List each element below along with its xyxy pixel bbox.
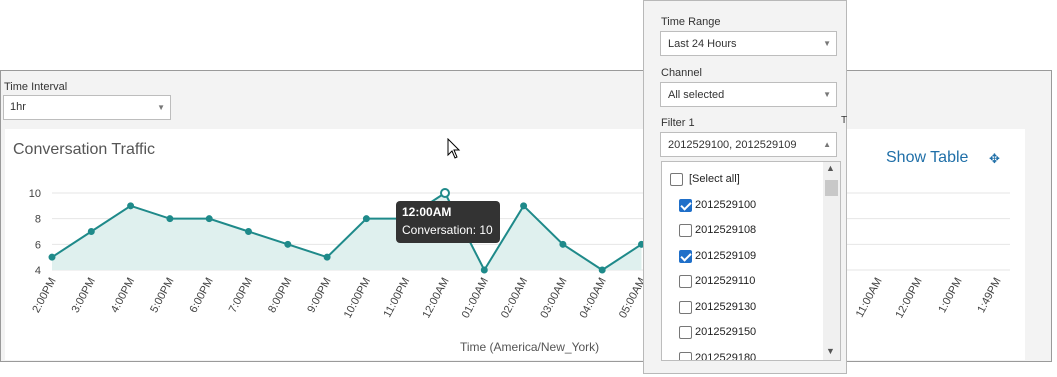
x-tick-label: 04:00AM bbox=[578, 276, 609, 321]
chevron-up-icon: ▲ bbox=[823, 140, 831, 149]
time-range-label: Time Range bbox=[661, 16, 721, 28]
option-checkbox[interactable] bbox=[679, 275, 692, 288]
x-tick-label: 6:00PM bbox=[187, 276, 215, 315]
chart-tooltip: 12:00AM Conversation: 10 bbox=[396, 201, 500, 243]
option-label: 2012529109 bbox=[695, 249, 757, 262]
tooltip-value: Conversation: 10 bbox=[402, 223, 493, 237]
time-range-value: Last 24 Hours bbox=[668, 38, 737, 50]
data-point[interactable] bbox=[166, 215, 174, 223]
filter1-label: Filter 1 bbox=[661, 117, 695, 129]
x-tick-label: 5:00PM bbox=[148, 276, 176, 315]
data-point[interactable] bbox=[440, 188, 450, 198]
chevron-down-icon: ▼ bbox=[823, 90, 831, 99]
filter-option[interactable]: 2012529108 bbox=[662, 221, 822, 245]
x-axis-title: Time (America/New_York) bbox=[460, 340, 600, 354]
option-checkbox[interactable] bbox=[670, 173, 683, 186]
time-range-select[interactable]: Last 24 Hours ▼ bbox=[660, 31, 837, 56]
y-tick-label: 6 bbox=[35, 239, 41, 251]
filter-option[interactable]: 2012529130 bbox=[662, 298, 822, 322]
scrollbar[interactable]: ▲ ▼ bbox=[823, 162, 840, 360]
select-all-option[interactable]: [Select all] bbox=[662, 170, 822, 194]
data-point[interactable] bbox=[284, 240, 292, 248]
x-tick-label: 3:00PM bbox=[70, 276, 98, 315]
option-label: 2012529110 bbox=[695, 275, 756, 287]
channel-label: Channel bbox=[661, 67, 702, 79]
data-point[interactable] bbox=[520, 202, 528, 210]
scrollbar-thumb[interactable] bbox=[825, 180, 838, 196]
option-label: 2012529130 bbox=[695, 300, 757, 313]
x-tick-label: 02:00AM bbox=[499, 276, 530, 321]
chevron-down-icon: ▼ bbox=[823, 39, 831, 48]
option-checkbox[interactable] bbox=[679, 249, 692, 263]
option-checkbox[interactable] bbox=[679, 351, 692, 360]
data-point[interactable] bbox=[205, 215, 213, 223]
option-label: [Select all] bbox=[689, 173, 740, 185]
x-tick-label: 12:00PM bbox=[893, 276, 924, 321]
filter1-value: 2012529100, 2012529109 bbox=[668, 139, 797, 151]
option-label: 2012529100 bbox=[695, 198, 757, 211]
x-tick-label: 1:49PM bbox=[975, 276, 1003, 315]
y-tick-label: 10 bbox=[29, 188, 41, 200]
y-tick-label: 8 bbox=[35, 214, 41, 226]
option-checkbox[interactable] bbox=[679, 198, 692, 212]
tooltip-time: 12:00AM bbox=[402, 205, 452, 219]
x-tick-label: 2:00PM bbox=[30, 276, 58, 315]
data-point[interactable] bbox=[480, 266, 488, 274]
x-tick-label: 4:00PM bbox=[109, 276, 137, 315]
data-point[interactable] bbox=[245, 228, 252, 235]
filter-option[interactable]: 2012529109 bbox=[662, 247, 822, 271]
filter-option[interactable]: 2012529100 bbox=[662, 196, 822, 220]
option-label: 2012529150 bbox=[695, 326, 757, 338]
filter-option[interactable]: 2012529110 bbox=[662, 272, 822, 296]
data-point[interactable] bbox=[362, 215, 370, 223]
x-tick-label: 8:00PM bbox=[266, 276, 294, 315]
filter-option[interactable]: 2012529180 bbox=[662, 349, 822, 361]
data-point[interactable] bbox=[87, 228, 95, 235]
x-tick-label: 03:00AM bbox=[538, 276, 569, 321]
x-tick-label: 12:00AM bbox=[420, 276, 451, 321]
scroll-down-icon[interactable]: ▼ bbox=[826, 346, 835, 356]
screenshot-stage: Time Interval 1hr ▼ Conversation Traffic… bbox=[0, 0, 1057, 377]
option-label: 2012529108 bbox=[695, 224, 757, 236]
mouse-pointer-icon bbox=[447, 138, 461, 159]
x-tick-label: 11:00AM bbox=[854, 276, 885, 320]
x-tick-label: 1:00PM bbox=[936, 276, 964, 315]
filter1-option-list: [Select all] 2012529100 2012529108 20125291… bbox=[661, 161, 841, 361]
channel-value: All selected bbox=[668, 89, 725, 101]
data-point[interactable] bbox=[323, 253, 331, 261]
y-tick-label: 4 bbox=[35, 265, 41, 277]
truncated-label: T bbox=[841, 115, 848, 126]
series-area bbox=[52, 193, 642, 270]
x-tick-label: 7:00PM bbox=[227, 276, 255, 315]
scroll-up-icon[interactable]: ▲ bbox=[826, 163, 835, 173]
traffic-chart: 4 6 8 10 2:00PM 3:00PM 4:00PM 5:00PM 6:00PM 7:00P… bbox=[29, 188, 1010, 321]
filter1-select[interactable]: 2012529100, 2012529109 ▲ bbox=[660, 132, 837, 157]
option-label: 2012529180 bbox=[695, 351, 757, 361]
data-point[interactable] bbox=[48, 253, 56, 261]
filter-option[interactable]: 2012529150 bbox=[662, 323, 822, 347]
x-tick-label: 9:00PM bbox=[305, 276, 333, 315]
channel-select[interactable]: All selected ▼ bbox=[660, 82, 837, 107]
x-tick-label: 11:00PM bbox=[381, 276, 412, 320]
x-tick-label: 10:00PM bbox=[342, 276, 373, 321]
data-point[interactable] bbox=[127, 202, 135, 210]
data-point[interactable] bbox=[598, 266, 606, 274]
option-checkbox[interactable] bbox=[679, 326, 692, 339]
x-tick-label: 01:00AM bbox=[460, 276, 491, 321]
option-checkbox[interactable] bbox=[679, 300, 692, 314]
data-point[interactable] bbox=[559, 240, 567, 248]
option-checkbox[interactable] bbox=[679, 224, 692, 237]
